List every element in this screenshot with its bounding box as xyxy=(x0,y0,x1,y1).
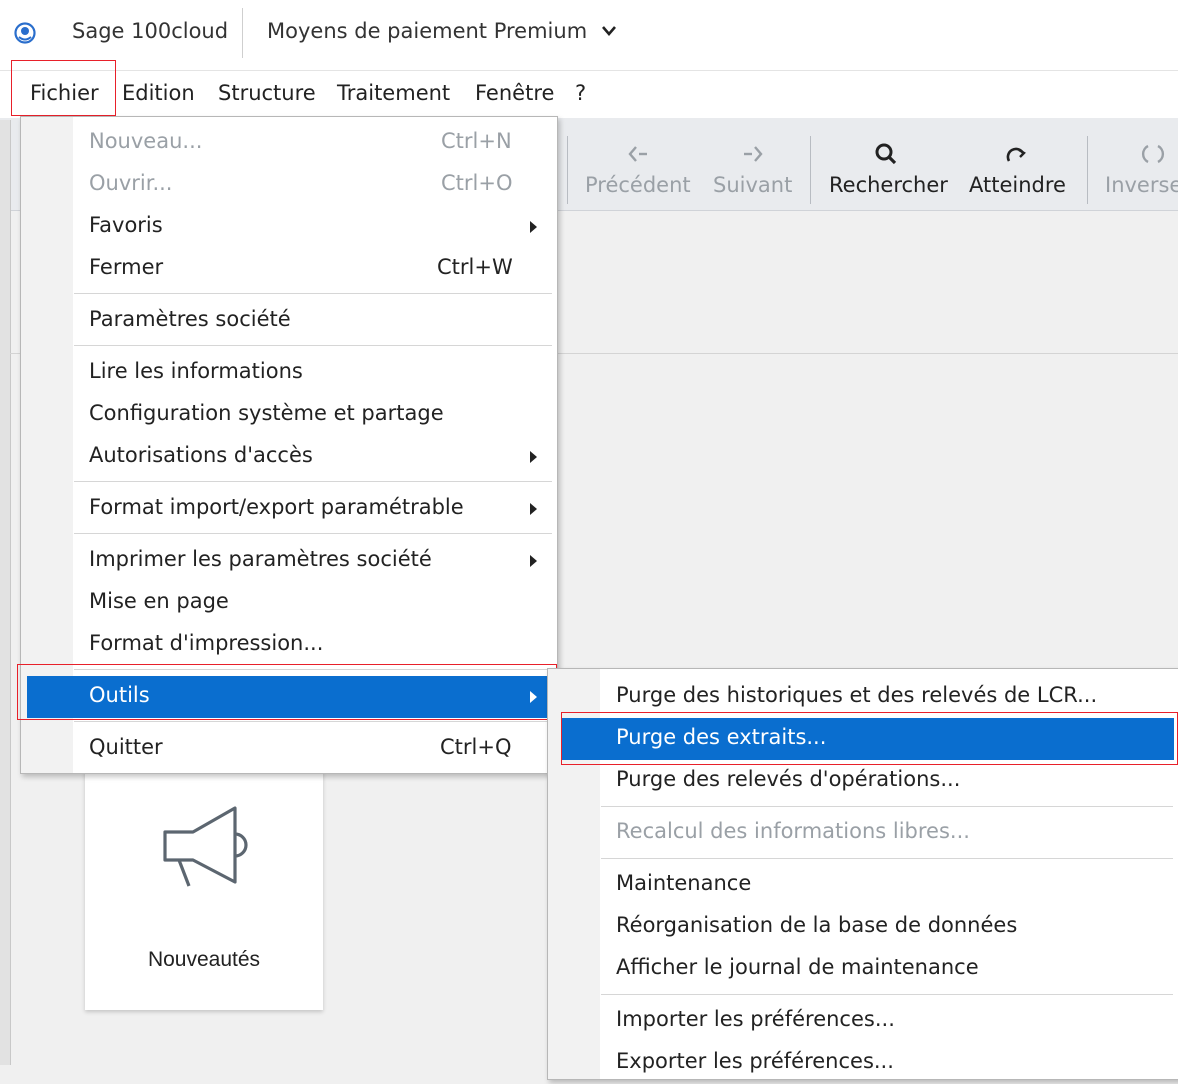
toolbar-separator xyxy=(1087,136,1088,204)
menu-separator xyxy=(601,806,1173,807)
sage-logo-icon xyxy=(14,22,36,44)
menu-item-quitter[interactable]: Quitter Ctrl+Q xyxy=(22,728,556,770)
menu-item-purge-releves[interactable]: Purge des relevés d'opérations... xyxy=(549,760,1178,802)
title-separator xyxy=(242,8,243,58)
submenu-arrow-icon xyxy=(530,451,537,463)
menu-item-lire-informations[interactable]: Lire les informations xyxy=(22,352,556,394)
megaphone-icon xyxy=(163,806,248,887)
menu-separator xyxy=(74,345,552,346)
toolbar-separator xyxy=(567,136,568,204)
annotation-outils xyxy=(17,664,557,720)
menu-item-journal-maintenance[interactable]: Afficher le journal de maintenance xyxy=(549,948,1178,990)
menu-item-importer-preferences[interactable]: Importer les préférences... xyxy=(549,1000,1178,1042)
menu-separator xyxy=(74,533,552,534)
menu-fenetre[interactable]: Fenêtre xyxy=(475,81,554,105)
menu-item-format-import-export[interactable]: Format import/export paramétrable xyxy=(22,488,556,530)
inverse-icon xyxy=(1141,144,1165,164)
toolbar-separator xyxy=(810,136,811,204)
menu-item-configuration-systeme[interactable]: Configuration système et partage xyxy=(22,394,556,436)
next-icon xyxy=(744,146,763,162)
menu-item-fermer[interactable]: Fermer Ctrl+W xyxy=(22,248,556,290)
nouveautes-label: Nouveautés xyxy=(147,948,261,971)
menu-item-autorisations[interactable]: Autorisations d'accès xyxy=(22,436,556,478)
goto-button[interactable]: Atteindre xyxy=(969,173,1066,197)
menu-item-exporter-preferences[interactable]: Exporter les préférences... xyxy=(549,1042,1178,1084)
menu-edition[interactable]: Edition xyxy=(122,81,195,105)
left-rail xyxy=(0,120,11,1065)
submenu-arrow-icon xyxy=(530,555,537,567)
search-icon xyxy=(875,143,897,165)
menu-help[interactable]: ? xyxy=(575,81,586,105)
menu-separator xyxy=(601,994,1173,995)
inverse-button[interactable]: Inverse xyxy=(1105,173,1178,197)
title-bar: Sage 100cloud Moyens de paiement Premium xyxy=(0,0,1178,71)
menu-separator xyxy=(74,721,552,722)
next-button[interactable]: Suivant xyxy=(713,173,792,197)
menu-separator xyxy=(74,293,552,294)
menu-item-reorganisation[interactable]: Réorganisation de la base de données xyxy=(549,906,1178,948)
previous-button[interactable]: Précédent xyxy=(585,173,691,197)
menu-item-recalcul-informations: Recalcul des informations libres... xyxy=(616,819,970,843)
menu-item-imprimer-parametres[interactable]: Imprimer les paramètres société xyxy=(22,540,556,582)
menu-item-mise-en-page[interactable]: Mise en page xyxy=(22,582,556,624)
search-button[interactable]: Rechercher xyxy=(829,173,948,197)
annotation-purge-extraits xyxy=(561,712,1178,765)
menu-item-parametres-societe[interactable]: Paramètres société xyxy=(22,300,556,342)
menu-item-nouveau: Nouveau... Ctrl+N xyxy=(89,129,512,153)
annotation-fichier xyxy=(11,60,116,116)
chevron-down-icon[interactable] xyxy=(600,24,618,38)
menu-item-maintenance[interactable]: Maintenance xyxy=(549,864,1178,906)
submenu-arrow-icon xyxy=(530,221,537,233)
submenu-arrow-icon xyxy=(530,503,537,515)
goto-icon xyxy=(1006,147,1026,162)
nouveautes-card[interactable]: Nouveautés xyxy=(85,770,323,1010)
app-name: Sage 100cloud xyxy=(72,19,229,43)
menu-item-ouvrir: Ouvrir... Ctrl+O xyxy=(89,171,513,195)
menu-item-favoris[interactable]: Favoris xyxy=(22,206,556,248)
previous-icon xyxy=(628,146,647,162)
menu-item-format-impression[interactable]: Format d'impression... xyxy=(22,624,556,666)
menu-structure[interactable]: Structure xyxy=(218,81,316,105)
menu-separator xyxy=(74,481,552,482)
menu-separator xyxy=(601,858,1173,859)
menu-traitement[interactable]: Traitement xyxy=(337,81,450,105)
product-selector[interactable]: Moyens de paiement Premium xyxy=(267,19,587,43)
